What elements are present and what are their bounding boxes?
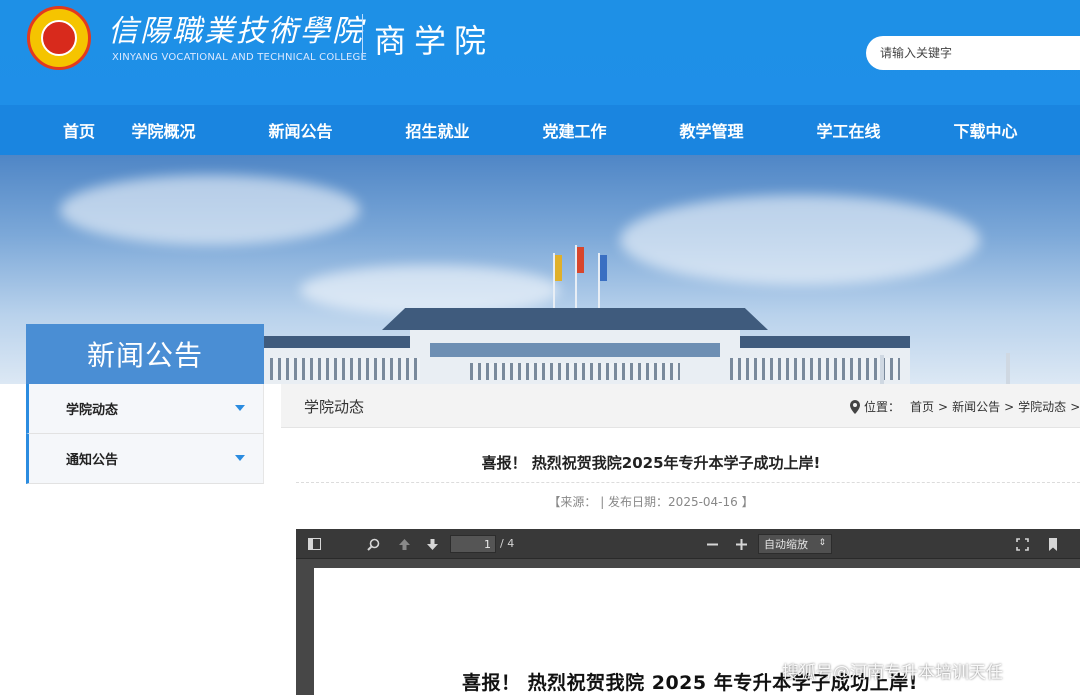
breadcrumb-separator: > [1070, 399, 1080, 414]
banner-cloud [60, 175, 360, 245]
search-icon[interactable] [364, 535, 382, 553]
building-windows [730, 358, 900, 380]
flag [577, 247, 584, 273]
breadcrumb-news[interactable]: 新闻公告 [952, 398, 1000, 415]
sidebar-item-label: 学院动态 [66, 403, 119, 418]
sidebar-item-college-news[interactable]: 学院动态 [26, 384, 264, 434]
previous-page-icon[interactable] [395, 535, 413, 553]
caret-down-icon [235, 405, 245, 411]
article-meta: 【来源： | 发布日期：2025-04-16 】 [548, 495, 754, 509]
building-windows [470, 363, 680, 380]
banner-cloud [620, 195, 980, 285]
breadcrumb-college-news[interactable]: 学院动态 [1018, 398, 1066, 415]
college-logo-icon[interactable] [27, 6, 91, 70]
watermark-text: 搜狐号@河南专升本培训天任 [782, 663, 1003, 683]
college-name-en: XINYANG VOCATIONAL AND TECHNICAL COLLEGE [112, 52, 367, 63]
sidebar-item-notices[interactable]: 通知公告 [26, 434, 264, 484]
updown-caret-icon: ⇕ [818, 538, 826, 548]
lamp-post [1006, 353, 1010, 384]
zoom-in-icon[interactable] [732, 535, 750, 553]
bookmark-icon[interactable] [1044, 535, 1062, 553]
sidebar-toggle-icon[interactable] [305, 535, 323, 553]
page: 信陽職業技術學院 XINYANG VOCATIONAL AND TECHNICA… [0, 0, 1080, 695]
nav-item-downloads[interactable]: 下载中心 [917, 105, 1054, 155]
nav-item-admissions[interactable]: 招生就业 [369, 105, 506, 155]
section-title: 学院动态 [304, 398, 365, 416]
lamp-post [880, 355, 884, 384]
sidebar: 学院动态 通知公告 [26, 384, 264, 484]
zoom-select-value: 自动缩放 [764, 538, 808, 551]
sidebar-item-label: 通知公告 [66, 453, 119, 468]
logo-seal-center [41, 20, 77, 56]
location-label: 位置： [864, 400, 901, 414]
sidebar-title: 新闻公告 [26, 324, 264, 384]
pdf-toolbar: / 4 自动缩放 ⇕ [296, 529, 1080, 559]
college-name-cn: 信陽職業技術學院 [108, 14, 364, 49]
main-nav: 首页 学院概况 新闻公告 招生就业 党建工作 教学管理 学工在线 下载中心 [0, 105, 1080, 155]
breadcrumb-separator: > [938, 399, 949, 414]
nav-item-home[interactable]: 首页 [0, 105, 95, 155]
location-pin-icon [850, 399, 860, 414]
building-windows [270, 358, 420, 380]
content-header-bar: 学院动态 位置： 首页 > 新闻公告 > 学院动态 > [281, 384, 1080, 428]
zoom-out-icon[interactable] [703, 535, 721, 553]
search-box[interactable] [866, 36, 1080, 70]
breadcrumb-home[interactable]: 首页 [910, 398, 934, 415]
breadcrumb: 位置： 首页 > 新闻公告 > 学院动态 > [849, 398, 1080, 415]
zoom-select[interactable]: 自动缩放 ⇕ [758, 534, 832, 554]
page-number-input[interactable] [450, 535, 496, 553]
header-divider [362, 14, 363, 60]
fullscreen-icon[interactable] [1013, 535, 1031, 553]
building-glass [430, 343, 720, 357]
search-input[interactable] [880, 46, 1060, 60]
nav-item-student-affairs[interactable]: 学工在线 [780, 105, 917, 155]
site-header: 信陽職業技術學院 XINYANG VOCATIONAL AND TECHNICA… [0, 0, 1080, 105]
article-divider [296, 482, 1080, 483]
breadcrumb-separator: > [1004, 399, 1015, 414]
banner-cloud [300, 265, 560, 315]
caret-down-icon [235, 455, 245, 461]
nav-item-party[interactable]: 党建工作 [506, 105, 643, 155]
flag [555, 255, 562, 281]
page-total: / 4 [500, 537, 515, 550]
department-name: 商学院 [374, 22, 495, 60]
nav-item-about[interactable]: 学院概况 [95, 105, 232, 155]
flag [600, 255, 607, 281]
next-page-icon[interactable] [423, 535, 441, 553]
nav-item-teaching[interactable]: 教学管理 [643, 105, 780, 155]
nav-item-news[interactable]: 新闻公告 [232, 105, 369, 155]
building-roof [382, 308, 768, 330]
article-title: 喜报！ 热烈祝贺我院2025年专升本学子成功上岸! [481, 454, 821, 472]
